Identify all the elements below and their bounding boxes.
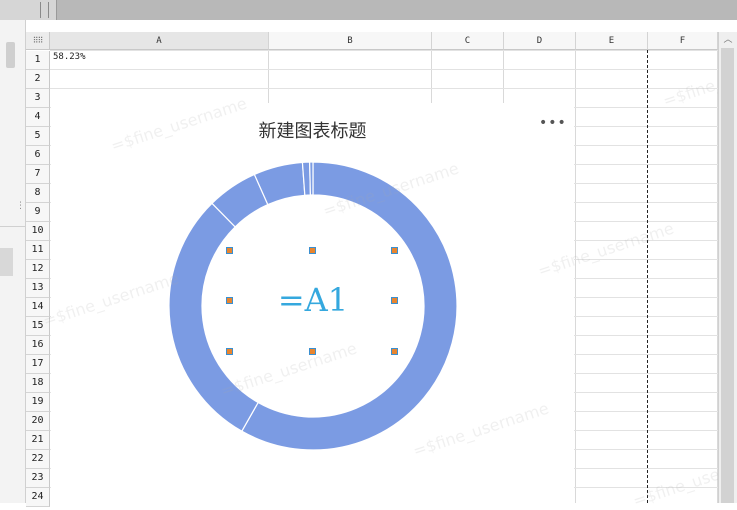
row-header[interactable]: 2 (26, 70, 50, 89)
toolbar-separator (48, 2, 49, 18)
scrollbar-thumb[interactable] (721, 48, 734, 503)
row-header[interactable]: 21 (26, 431, 50, 450)
grid-row-line (50, 69, 718, 70)
row-header[interactable]: 19 (26, 393, 50, 412)
panel-resize-grip-icon[interactable]: ⋮ (16, 202, 25, 215)
row-header[interactable]: 8 (26, 184, 50, 203)
column-header-d[interactable]: D (504, 32, 576, 50)
donut-chart[interactable]: 新建图表标题 ••• =A1 (51, 103, 574, 503)
grid-column-line (575, 50, 576, 503)
resize-handle[interactable] (226, 247, 233, 254)
select-all-corner[interactable]: ⠿⠿ (26, 32, 50, 50)
left-panel: ⋮ (0, 20, 26, 503)
resize-handle[interactable] (226, 348, 233, 355)
column-header-f[interactable]: F (648, 32, 718, 50)
chevron-up-icon[interactable]: ︿ (723, 35, 733, 45)
column-header-b[interactable]: B (269, 32, 432, 50)
resize-handle[interactable] (391, 247, 398, 254)
top-toolbar (0, 0, 737, 20)
row-header[interactable]: 10 (26, 222, 50, 241)
row-header[interactable]: 7 (26, 165, 50, 184)
column-header-c[interactable]: C (432, 32, 504, 50)
cell-a1[interactable]: 58.23% (53, 52, 86, 62)
row-header[interactable]: 13 (26, 279, 50, 298)
row-header[interactable]: 24 (26, 488, 50, 507)
row-header[interactable]: 23 (26, 469, 50, 488)
row-header[interactable]: 1 (26, 51, 50, 70)
resize-handle[interactable] (391, 348, 398, 355)
resize-handle[interactable] (226, 297, 233, 304)
row-header[interactable]: 17 (26, 355, 50, 374)
resize-handle[interactable] (309, 247, 316, 254)
grid-dots-icon: ⠿⠿ (32, 36, 44, 45)
row-header[interactable]: 5 (26, 127, 50, 146)
row-header[interactable]: 15 (26, 317, 50, 336)
row-header[interactable]: 11 (26, 241, 50, 260)
row-header[interactable]: 22 (26, 450, 50, 469)
row-header[interactable]: 18 (26, 374, 50, 393)
page-break-line (647, 50, 648, 503)
grid-row-line (50, 88, 718, 89)
row-header[interactable]: 14 (26, 298, 50, 317)
resize-handle[interactable] (391, 297, 398, 304)
left-panel-scrollbar-lower[interactable] (0, 248, 13, 276)
row-header[interactable]: 6 (26, 146, 50, 165)
donut-segment[interactable] (309, 161, 314, 196)
row-header[interactable]: 3 (26, 89, 50, 108)
left-panel-scrollbar[interactable] (6, 42, 15, 68)
panel-divider (0, 226, 25, 227)
row-header[interactable]: 16 (26, 336, 50, 355)
toolbar-separator (40, 2, 41, 18)
vertical-scrollbar[interactable]: ︿ (718, 32, 737, 503)
row-header[interactable]: 12 (26, 260, 50, 279)
column-header-a[interactable]: A (50, 32, 269, 50)
grid-row-line (50, 50, 718, 51)
column-header-e[interactable]: E (576, 32, 648, 50)
row-header[interactable]: 9 (26, 203, 50, 222)
row-header[interactable]: 20 (26, 412, 50, 431)
row-header[interactable]: 4 (26, 108, 50, 127)
resize-handle[interactable] (309, 348, 316, 355)
chart-center-label[interactable]: =A1 (243, 281, 383, 319)
